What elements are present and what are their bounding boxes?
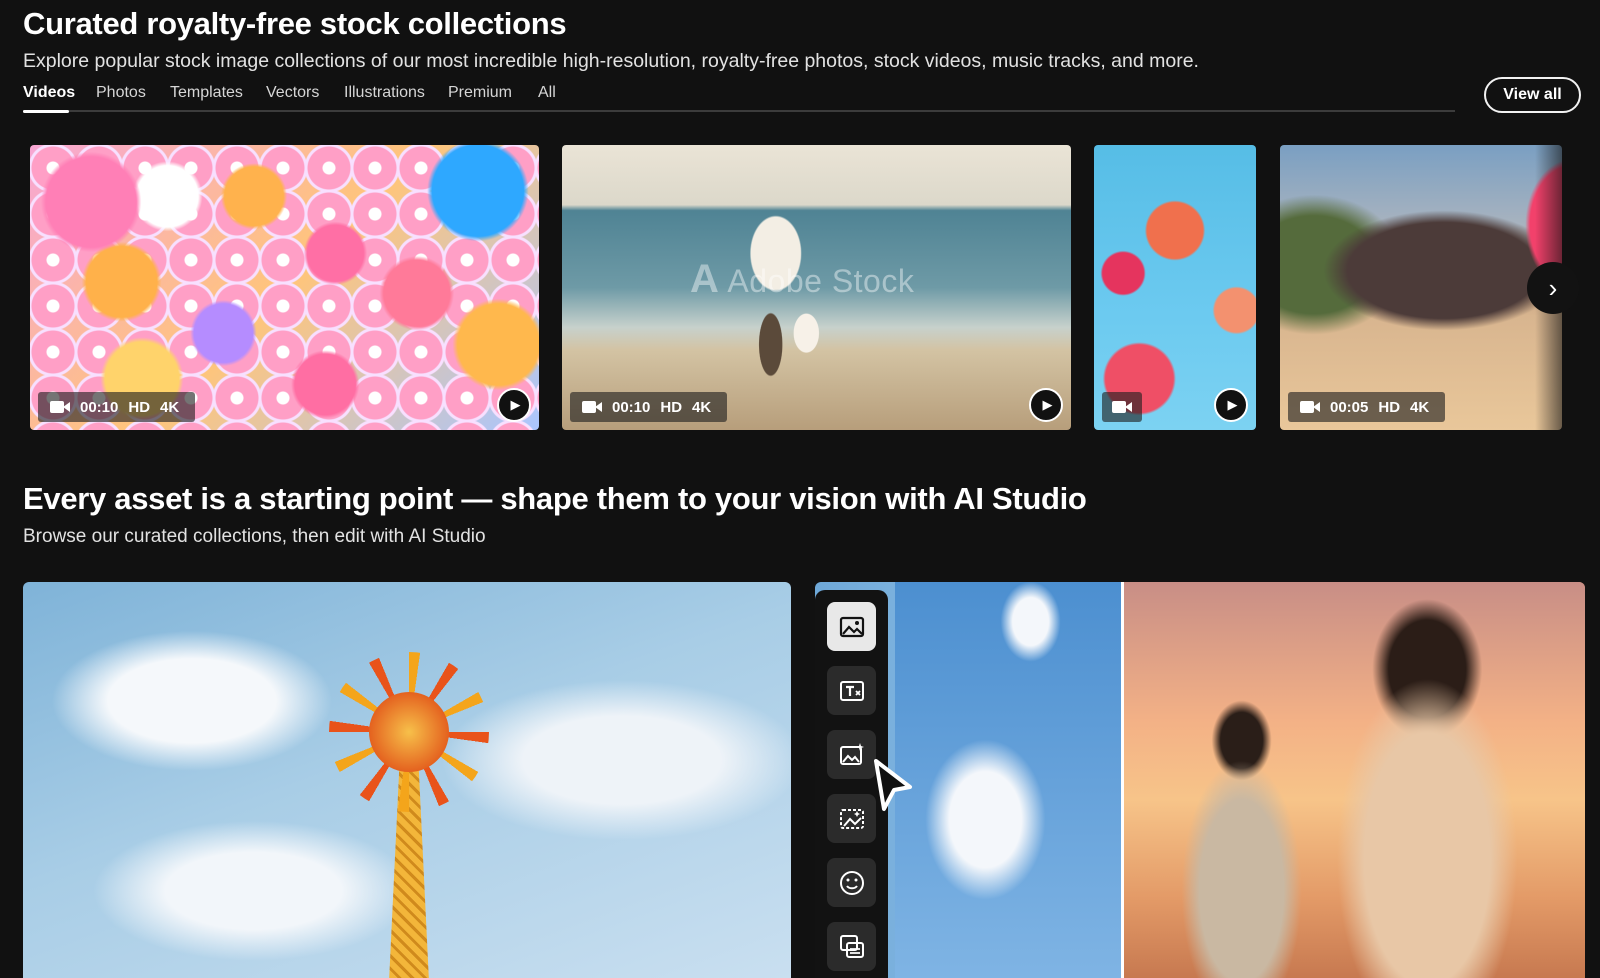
tab-all[interactable]: All [538, 84, 556, 102]
video-meta: 00:10 HD 4K [570, 392, 728, 422]
tab-premium[interactable]: Premium [448, 84, 512, 102]
video-duration: 00:10 [80, 398, 119, 416]
generate-image-icon[interactable] [827, 730, 876, 779]
video-camera-icon [582, 400, 602, 414]
section-title: Curated royalty-free stock collections [23, 6, 567, 41]
section-subtitle: Browse our curated collections, then edi… [23, 526, 486, 547]
text-effects-icon[interactable] [827, 666, 876, 715]
after-image [1121, 582, 1585, 978]
video-meta: 00:05 HD 4K [1288, 392, 1446, 422]
video-card[interactable]: A Adobe Stock 00:10 HD 4K ▶ [562, 145, 1071, 430]
video-resolution: 4K [1410, 398, 1430, 416]
generative-fill-icon[interactable] [827, 794, 876, 843]
compare-divider[interactable] [1121, 582, 1124, 978]
video-duration: 00:05 [1330, 398, 1369, 416]
video-resolution: 4K [692, 398, 712, 416]
image-icon[interactable] [827, 602, 876, 651]
tab-photos[interactable]: Photos [96, 84, 146, 102]
video-meta [1102, 392, 1142, 422]
section-subtitle: Explore popular stock image collections … [23, 50, 1199, 72]
tab-vectors[interactable]: Vectors [266, 84, 319, 102]
collection-tabs: Videos Photos Templates Vectors Illustra… [23, 82, 1455, 113]
chevron-right-icon[interactable]: › [1527, 262, 1579, 314]
before-image [895, 582, 1121, 978]
video-resolution: 4K [160, 398, 180, 416]
section-title: Every asset is a starting point — shape … [23, 481, 1087, 516]
play-icon[interactable]: ▶ [1214, 388, 1248, 422]
video-camera-icon [1112, 400, 1132, 414]
tab-illustrations[interactable]: Illustrations [344, 84, 425, 102]
active-tab-indicator [23, 110, 69, 113]
video-camera-icon [50, 400, 70, 414]
video-meta: 00:10 HD 4K [38, 392, 196, 422]
cursor-icon [874, 759, 912, 811]
tab-templates[interactable]: Templates [170, 84, 243, 102]
video-quality: HD [1378, 398, 1401, 416]
collection-card[interactable] [23, 582, 791, 978]
layers-icon[interactable] [827, 922, 876, 971]
adobe-logo-icon: A [690, 257, 720, 301]
play-icon[interactable]: ▶ [497, 388, 531, 422]
video-quality: HD [660, 398, 683, 416]
watermark: A Adobe Stock [690, 257, 914, 302]
tab-videos[interactable]: Videos [23, 84, 75, 102]
video-camera-icon [1300, 400, 1320, 414]
ride-hub [369, 692, 449, 772]
video-card[interactable]: 00:05 HD 4K [1280, 145, 1562, 430]
play-icon[interactable]: ▶ [1029, 388, 1063, 422]
video-quality: HD [128, 398, 151, 416]
view-all-button[interactable]: View all [1484, 77, 1581, 113]
ai-studio-card[interactable] [815, 582, 1585, 978]
video-card[interactable]: ▶ [1094, 145, 1256, 430]
watermark-text: Adobe Stock [727, 263, 915, 299]
video-duration: 00:10 [612, 398, 651, 416]
video-card[interactable]: 00:10 HD 4K ▶ [30, 145, 539, 430]
face-icon[interactable] [827, 858, 876, 907]
